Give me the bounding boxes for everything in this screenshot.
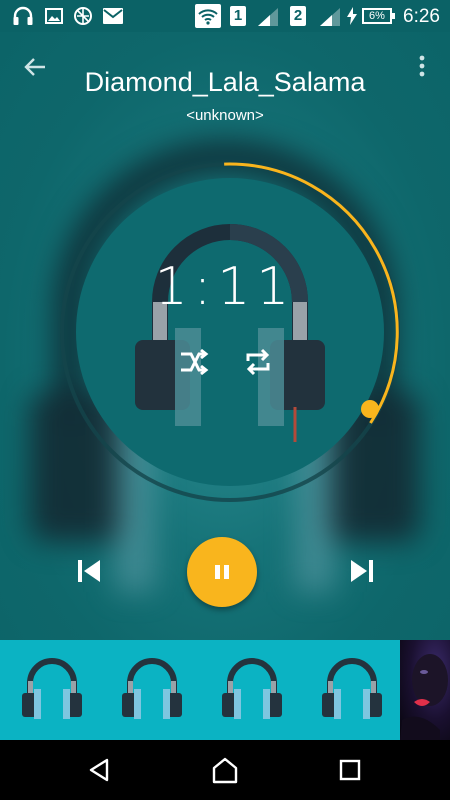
album-item[interactable] [120, 655, 184, 725]
navigation-bar [0, 740, 450, 800]
status-bar: 1 2 6% 6:26 [0, 0, 450, 32]
battery-indicator: 6% [362, 8, 395, 24]
sim1-badge: 1 [230, 6, 246, 26]
now-playing-panel: Diamond_Lala_Salama <unknown> 1:11 [0, 32, 450, 640]
album-item[interactable] [220, 655, 284, 725]
pause-icon [215, 565, 229, 579]
no-sync-icon [74, 7, 92, 25]
home-icon[interactable] [210, 755, 240, 785]
more-options-icon[interactable] [410, 54, 434, 80]
track-title: Diamond_Lala_Salama [84, 67, 366, 97]
album-cover-thumbnail[interactable] [400, 640, 450, 740]
recents-icon[interactable] [335, 755, 365, 785]
track-artist: <unknown> [186, 107, 264, 124]
album-strip [0, 640, 450, 740]
previous-icon[interactable] [72, 556, 106, 586]
sim2-badge: 2 [290, 6, 306, 26]
wifi-icon [195, 4, 221, 28]
mail-icon [103, 8, 123, 24]
signal-icon [258, 8, 278, 26]
album-item[interactable] [320, 655, 384, 725]
portrait-image [400, 654, 448, 740]
shuffle-icon[interactable] [175, 344, 211, 380]
signal-icon [320, 8, 340, 26]
next-icon[interactable] [345, 556, 379, 586]
image-icon [45, 8, 63, 24]
progress-thumb[interactable] [361, 400, 379, 418]
repeat-icon[interactable] [240, 344, 276, 380]
elapsed-time: 1:11 [154, 257, 296, 317]
back-triangle-icon[interactable] [85, 755, 115, 785]
progress-dial[interactable] [50, 152, 410, 512]
headphones-icon [13, 6, 33, 25]
charging-icon [347, 7, 357, 25]
album-item[interactable] [20, 655, 84, 725]
status-time: 6:26 [403, 6, 440, 27]
pause-button[interactable] [187, 537, 257, 607]
